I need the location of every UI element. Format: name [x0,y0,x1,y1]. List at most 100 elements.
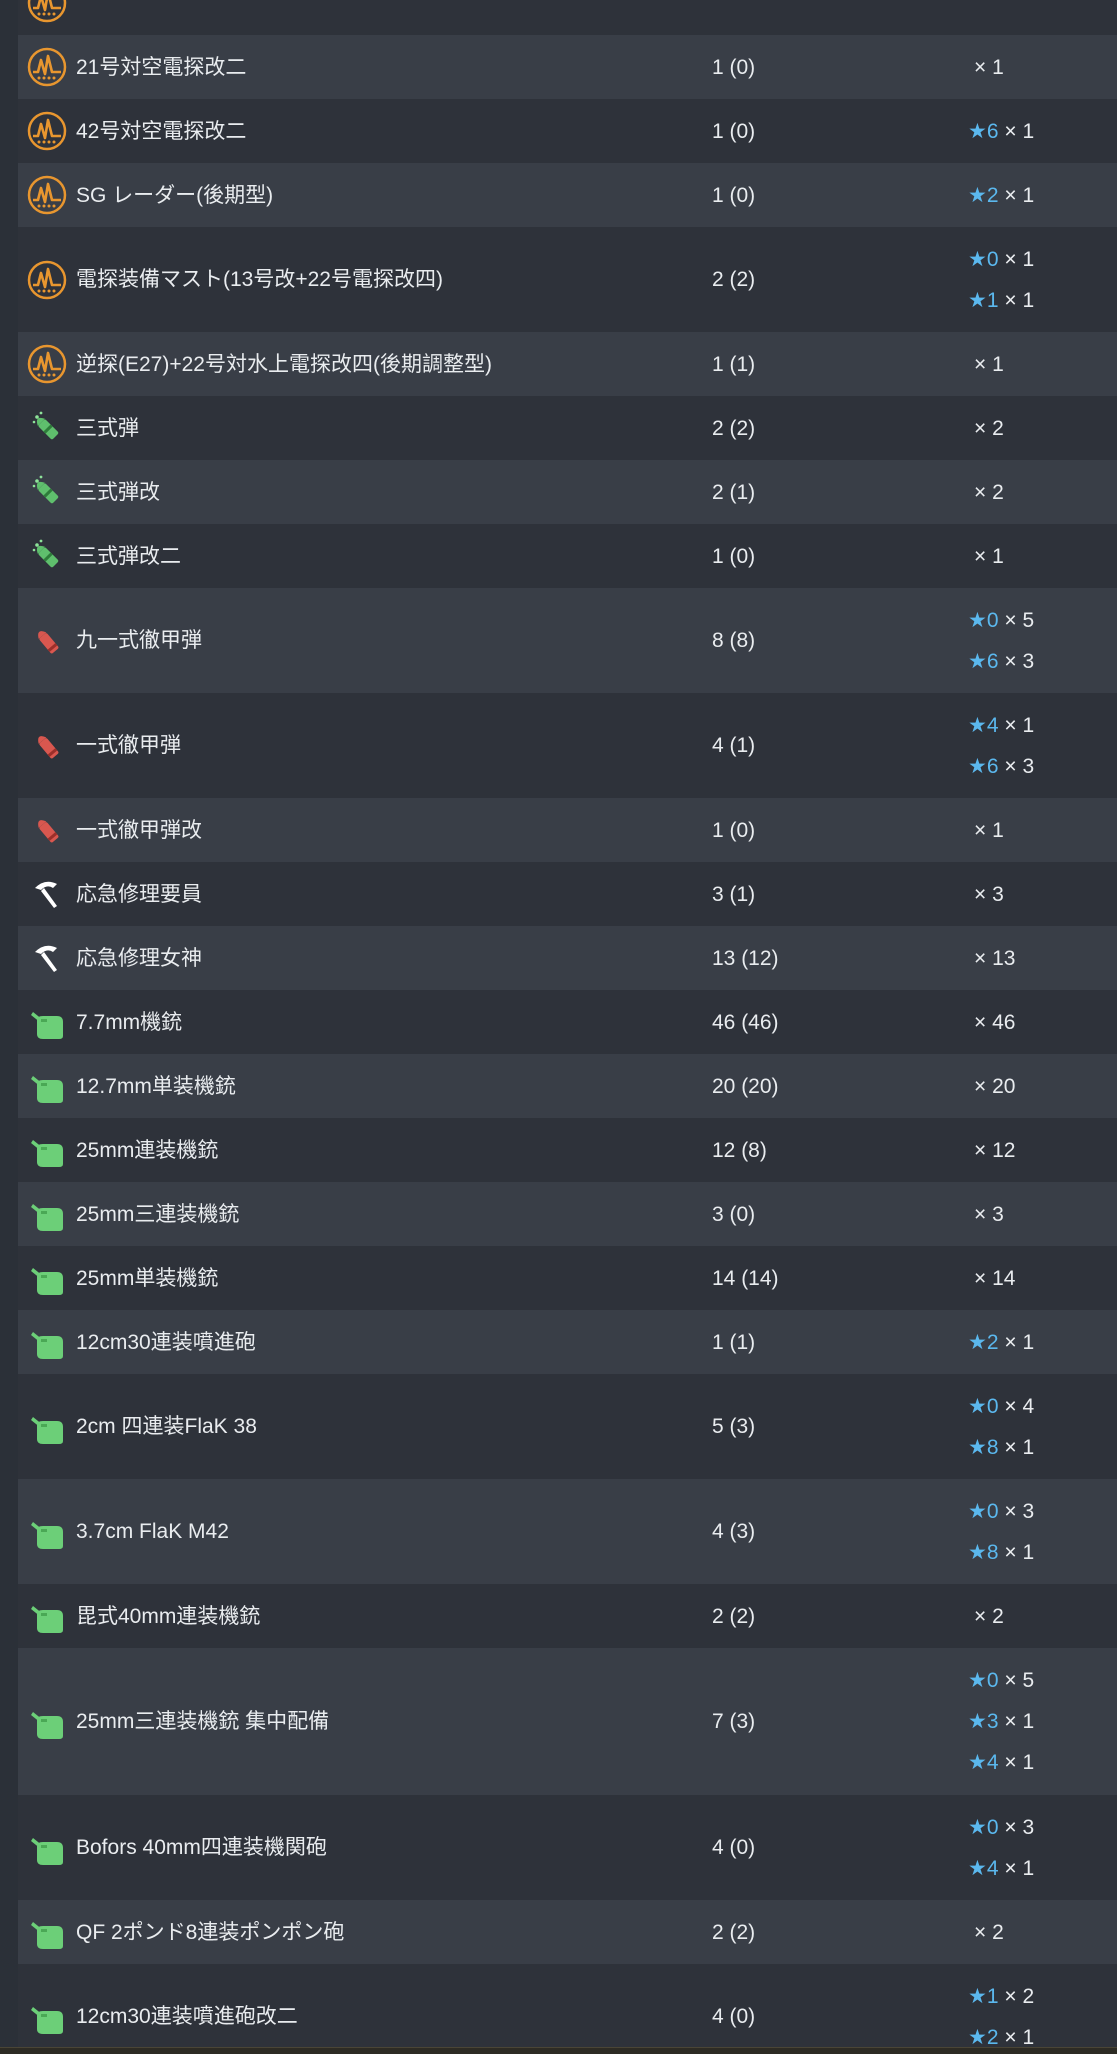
improvement-multiplier: × 1 [1004,713,1035,737]
equipment-count: 7 (3) [712,1710,756,1733]
equipment-count: 4 (0) [712,1836,756,1859]
improvement-multiplier: × 1 [974,55,1004,79]
equipment-count: 12 (8) [712,1138,767,1162]
improvement-multiplier: × 1 [974,352,1004,376]
improvement-entry: × 14 [968,1258,1117,1299]
improvement-entry: ★3 × 1 [968,1701,1117,1742]
improvement-entry: ★0 × 1 [968,239,1117,280]
improvement-star-level: ★6 [968,649,999,673]
equipment-name: 21号対空電探改二 [76,55,247,79]
improvement-multiplier: × 1 [1004,1435,1035,1459]
improvement-breakdown: × 2 [968,1912,1117,1953]
aa-gun-icon [18,1900,76,1964]
improvement-multiplier: × 12 [974,1138,1016,1162]
improvement-breakdown: × 3 [968,1194,1117,1235]
table-row: 2cm 四連装FlaK 38 5 (3) ★0 × 4 ★8 × 1 [18,1374,1117,1479]
type3-shell-icon [18,524,76,588]
equipment-count: 1 (1) [712,1330,756,1354]
improvement-entry: ★1 × 2 [968,1976,1117,2017]
equipment-name: Bofors 40mm四連装機関砲 [76,1836,327,1859]
improvement-multiplier: × 3 [1004,754,1035,778]
improvement-multiplier: × 3 [1004,649,1035,673]
equipment-count: 2 (2) [712,416,756,440]
aa-gun-icon [18,1374,76,1479]
improvement-entry: ★4 × 1 [968,1742,1117,1783]
improvement-breakdown: × 20 [968,1066,1117,1107]
table-row: 三式弾改 2 (1) × 2 [18,460,1117,524]
equipment-count: 4 (0) [712,2005,756,2028]
table-row: 12cm30連装噴進砲改二 4 (0) ★1 × 2 ★2 × 1 [18,1964,1117,2054]
improvement-multiplier: × 1 [1004,1330,1035,1354]
improvement-star-level: ★8 [968,1540,999,1564]
improvement-star-level: ★4 [968,1751,999,1774]
equipment-name: 12cm30連装噴進砲 [76,1330,256,1354]
equipment-count: 2 (2) [712,1604,756,1628]
equipment-name: 25mm三連装機銃 集中配備 [76,1710,330,1733]
equipment-count: 2 (2) [712,268,756,291]
equipment-count: 20 (20) [712,1074,779,1098]
improvement-multiplier: × 1 [1004,183,1035,207]
table-row: 応急修理要員 3 (1) × 3 [18,862,1117,926]
improvement-breakdown: × 2 [968,408,1117,449]
improvement-breakdown: × 46 [968,1002,1117,1043]
equipment-name: 25mm三連装機銃 [76,1202,240,1226]
improvement-entry: × 1 [968,810,1117,851]
improvement-entry: ★0 × 3 [968,1491,1117,1532]
improvement-entry: × 13 [968,938,1117,979]
improvement-multiplier: × 2 [974,1604,1004,1628]
improvement-star-level: ★3 [968,1710,999,1733]
improvement-breakdown: ★0 × 4 ★8 × 1 [968,1386,1117,1468]
improvement-multiplier: × 1 [974,818,1004,842]
improvement-multiplier: × 1 [1004,247,1035,271]
table-row: 九一式徹甲弾 8 (8) ★0 × 5 ★6 × 3 [18,588,1117,693]
improvement-multiplier: × 5 [1004,608,1035,632]
radar-icon [18,99,76,163]
radar-icon [18,35,76,99]
improvement-breakdown: ★4 × 1 ★6 × 3 [968,705,1117,787]
equipment-name: 42号対空電探改二 [76,119,247,143]
equipment-count: 8 (8) [712,629,756,652]
equipment-count: 1 (1) [712,352,756,376]
improvement-multiplier: × 3 [1004,1815,1035,1839]
improvement-multiplier: × 1 [974,544,1004,568]
improvement-entry: × 2 [968,472,1117,513]
type3-shell-icon [18,460,76,524]
equipment-name: 2cm 四連装FlaK 38 [76,1415,257,1438]
repair-icon [18,926,76,990]
improvement-star-level: ★0 [968,1669,999,1692]
table-row: Bofors 40mm四連装機関砲 4 (0) ★0 × 3 ★4 × 1 [18,1795,1117,1900]
improvement-multiplier: × 1 [1004,1856,1035,1880]
improvement-star-level: ★6 [968,754,999,778]
equipment-count: 3 (1) [712,882,756,906]
aa-gun-icon [18,990,76,1054]
improvement-entry: ★0 × 5 [968,600,1117,641]
equipment-name: SG レーダー(後期型) [76,183,274,207]
equipment-name: 25mm単装機銃 [76,1266,219,1290]
equipment-name: 三式弾改二 [76,544,181,568]
equipment-name: 一式徹甲弾 [76,734,181,757]
improvement-multiplier: × 14 [974,1266,1016,1290]
improvement-multiplier: × 1 [1004,2025,1035,2049]
improvement-breakdown: ★1 × 2 ★2 × 1 [968,1976,1117,2054]
improvement-star-level: ★6 [968,119,999,143]
improvement-entry: ★2 × 1 [968,175,1117,216]
aa-gun-icon [18,1964,76,2054]
equipment-count: 1 (0) [712,183,756,207]
table-row: 25mm三連装機銃 3 (0) × 3 [18,1182,1117,1246]
improvement-breakdown: × 1 [968,810,1117,851]
aa-gun-icon [18,1648,76,1795]
equipment-list-page: 21号対空電探改二 1 (0) × 1 42号対空電探改二 1 (0) ★6 × 1 S… [0,0,1117,2054]
equipment-count: 1 (0) [712,544,756,568]
left-gutter [0,0,18,2054]
equipment-name: 応急修理女神 [76,946,202,970]
equipment-name: 一式徹甲弾改 [76,818,202,842]
improvement-breakdown: ★6 × 1 [968,111,1117,152]
equipment-count: 2 (2) [712,1920,756,1944]
improvement-entry: ★6 × 3 [968,641,1117,682]
equipment-table: 21号対空電探改二 1 (0) × 1 42号対空電探改二 1 (0) ★6 × 1 S… [18,0,1117,2054]
aa-gun-icon [18,1795,76,1900]
equipment-name: 三式弾改 [76,480,160,504]
equipment-name: 電探装備マスト(13号改+22号電探改四) [76,268,443,291]
table-row: 21号対空電探改二 1 (0) × 1 [18,35,1117,99]
improvement-entry: × 1 [968,536,1117,577]
